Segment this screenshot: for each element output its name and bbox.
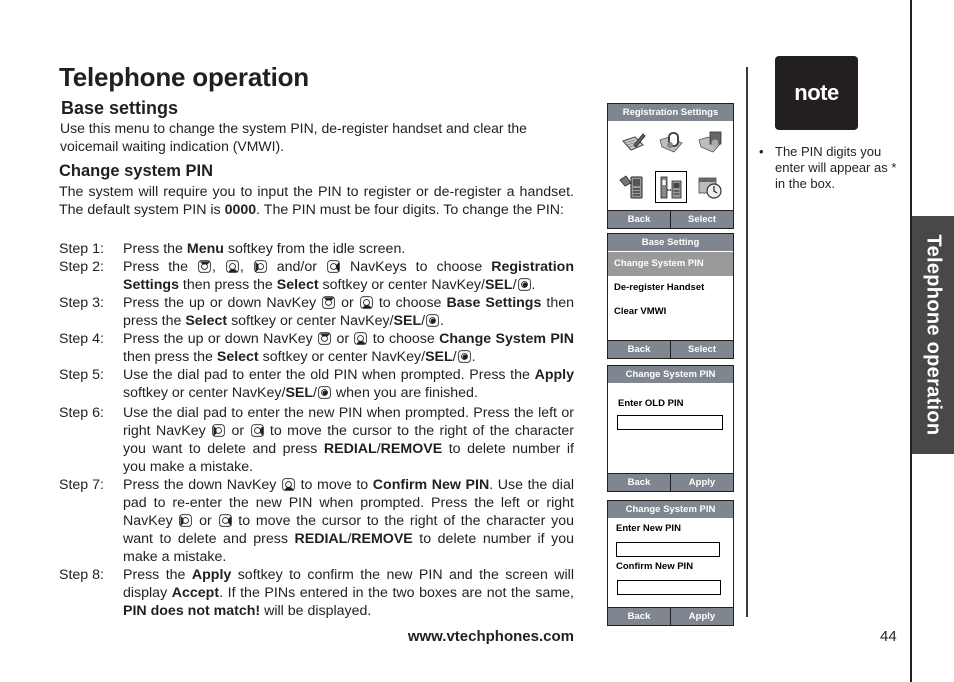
softkey-bar: Back Select [608,210,733,228]
step-text: Use the dial pad to enter the old PIN wh… [123,367,574,401]
screen-base-setting: Base Setting Change System PIN De-regist… [607,233,734,359]
navkey-down-icon [226,260,239,273]
select-softkey[interactable]: Select [671,341,733,358]
step-label: Step 5: [59,367,104,383]
navkey-right-icon [219,514,232,527]
navkey-center-icon [458,350,471,363]
step-2: Step 2: Press the , , and/or NavKeys to … [59,258,574,294]
step-3: Step 3: Press the up or down NavKey or t… [59,294,574,330]
navkey-left-icon [212,424,225,437]
screen-header: Base Setting [608,234,733,252]
clock-icon[interactable] [695,172,725,202]
side-tab-label: Telephone operation [922,234,945,436]
navkey-up-icon [198,260,211,273]
navkey-left-icon [254,260,267,273]
navkey-down-icon [282,478,295,491]
menu-icon-grid [614,128,729,203]
apply-softkey[interactable]: Apply [671,474,733,491]
registration-icon[interactable] [655,171,688,203]
default-pin: 0000 [224,202,257,218]
menu-item-clear-vmwi[interactable]: Clear VMWI [608,300,733,324]
navkey-center-icon [426,314,439,327]
step-label: Step 6: [59,405,104,421]
confirm-pin-input[interactable] [617,580,721,595]
page-title: Telephone operation [59,62,309,92]
softkey-bar: Back Select [608,340,733,358]
confirm-pin-label: Confirm New PIN [616,561,694,572]
folder-music-icon[interactable] [656,128,686,158]
step-text: Press the Menu softkey from the idle scr… [123,241,406,257]
note-badge: note [775,56,858,130]
step-label: Step 7: [59,477,104,493]
select-softkey[interactable]: Select [671,211,733,228]
screen-enter-new-pin: Change System PIN Enter New PIN Confirm … [607,500,734,626]
navkey-right-icon [251,424,264,437]
back-softkey[interactable]: Back [608,211,671,228]
step-text: Press the Apply softkey to confirm the n… [123,567,574,619]
back-softkey[interactable]: Back [608,341,671,358]
step-label: Step 3: [59,295,104,311]
new-pin-input[interactable] [616,542,720,557]
note-list: The PIN digits you enter will appear as … [759,144,899,192]
new-pin-label: Enter New PIN [616,523,681,534]
navkey-left-icon [179,514,192,527]
softkey-bar: Back Apply [608,473,733,491]
step-text: Press the up or down NavKey or to choose… [123,295,575,329]
step-6: Step 6: Use the dial pad to enter the ne… [59,404,574,476]
step-label: Step 4: [59,331,104,347]
folder-picture-icon[interactable] [695,128,725,158]
handset-settings-icon[interactable] [618,172,648,202]
step-7: Step 7: Press the down NavKey to move to… [59,476,574,566]
column-divider [746,67,748,617]
intro-text: . The PIN must be four digits. To change… [256,202,564,218]
step-5: Step 5: Use the dial pad to enter the ol… [59,366,574,402]
menu-item-deregister-handset[interactable]: De-register Handset [608,276,733,300]
old-pin-input[interactable] [617,415,723,430]
step-label: Step 2: [59,259,104,275]
screen-header: Change System PIN [608,366,733,383]
softkey-bar: Back Apply [608,607,733,625]
menu-item-change-system-pin[interactable]: Change System PIN [608,252,733,276]
page-number: 44 [880,628,897,645]
apply-softkey[interactable]: Apply [671,608,733,625]
section-title: Base settings [61,98,179,118]
chapter-side-tab: Telephone operation [912,216,954,454]
navkey-down-icon [354,332,367,345]
step-text: Press the up or down NavKey or to choose… [123,331,574,365]
notepad-icon[interactable] [618,128,648,158]
section-intro: Use this menu to change the system PIN, … [60,120,527,154]
back-softkey[interactable]: Back [608,474,671,491]
subsection-intro: The system will require you to input the… [59,183,574,219]
screen-header: Change System PIN [608,501,733,518]
step-text: Press the , , and/or NavKeys to choose R… [123,259,574,293]
step-label: Step 1: [59,241,104,257]
navkey-down-icon [360,296,373,309]
navkey-up-icon [322,296,335,309]
navkey-center-icon [318,386,331,399]
old-pin-label: Enter OLD PIN [618,398,684,409]
website-link[interactable]: www.vtechphones.com [408,628,574,645]
screen-registration-settings: Registration Settings Back Select [607,103,734,229]
screen-enter-old-pin: Change System PIN Enter OLD PIN Back App… [607,365,734,492]
note-item: The PIN digits you enter will appear as … [759,144,899,192]
steps-list: Step 1: Press the Menu softkey from the … [59,240,574,620]
step-1: Step 1: Press the Menu softkey from the … [59,240,574,258]
subsection-title: Change system PIN [59,162,214,180]
navkey-up-icon [318,332,331,345]
navkey-center-icon [518,278,531,291]
back-softkey[interactable]: Back [608,608,671,625]
step-label: Step 8: [59,567,104,583]
step-8: Step 8: Press the Apply softkey to confi… [59,566,574,620]
step-4: Step 4: Press the up or down NavKey or t… [59,330,574,366]
step-text: Press the down NavKey to move to Confirm… [123,477,575,565]
screen-header: Registration Settings [608,104,733,121]
navkey-right-icon [327,260,340,273]
step-text: Use the dial pad to enter the new PIN wh… [123,405,574,475]
